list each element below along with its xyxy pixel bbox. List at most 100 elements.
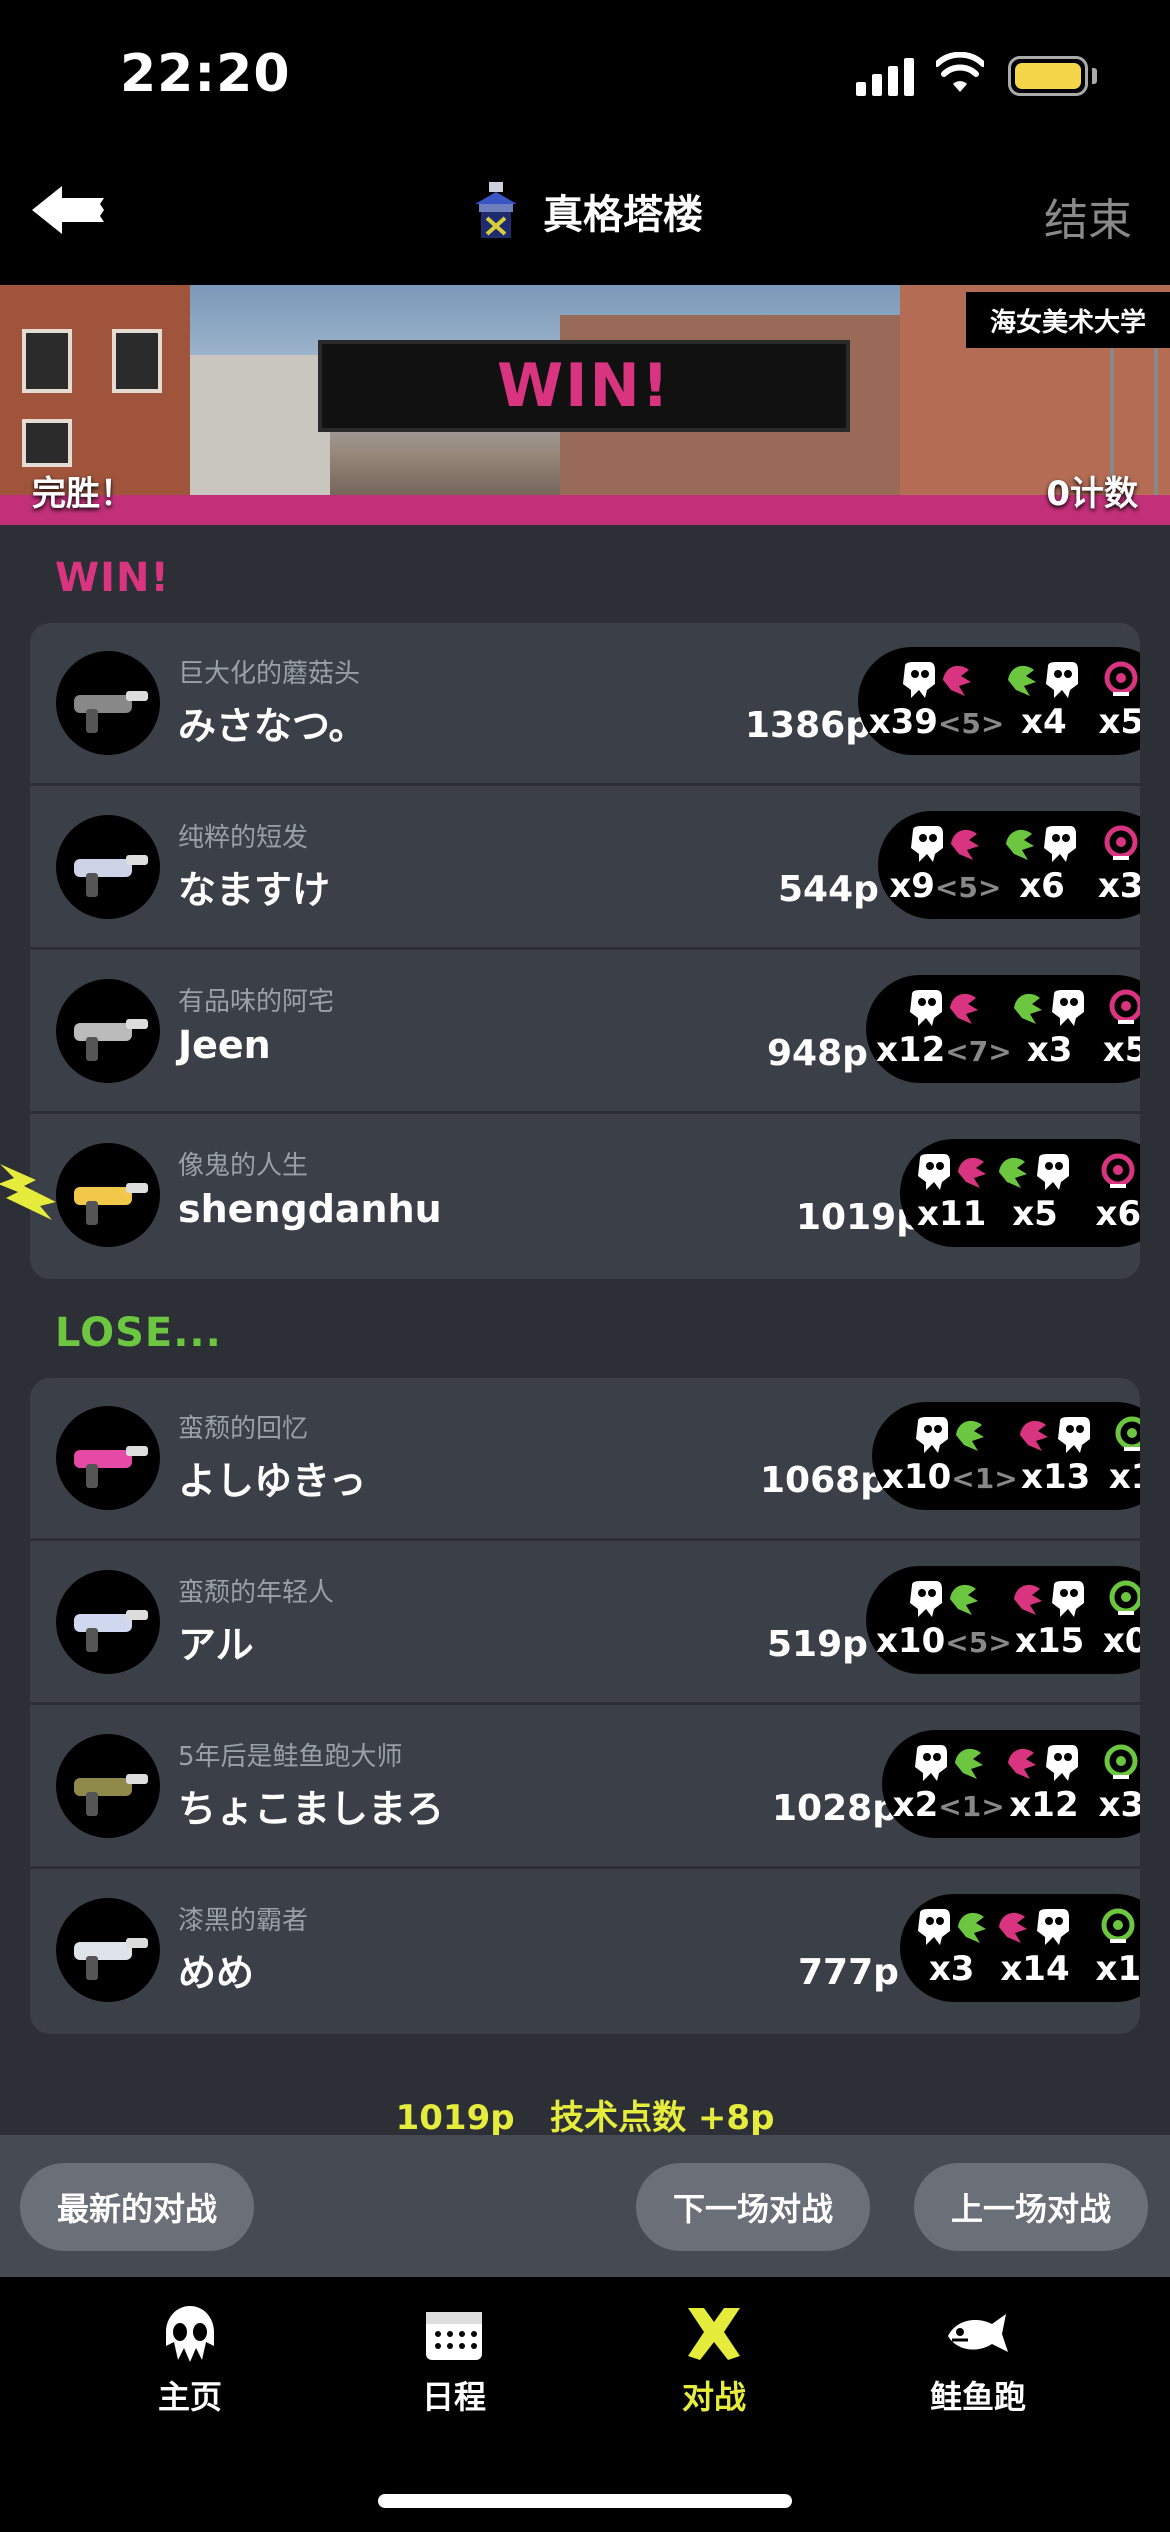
player-row[interactable]: 5年后是鲑鱼跑大师ちょこましまろ 1028p x2<1> x12 x3 xyxy=(30,1706,1140,1869)
deaths-value: x3 xyxy=(1026,1030,1073,1070)
player-row[interactable]: 像鬼的人生 shengdanhu 1019p x11 x5 x6 xyxy=(30,1115,1140,1278)
kills-value: x11 xyxy=(917,1194,987,1234)
player-name: アル xyxy=(178,1623,254,1667)
deaths-stat: x15 xyxy=(1012,1566,1088,1674)
specials-stat: x1 xyxy=(1094,1402,1140,1510)
deaths-value: x15 xyxy=(1015,1621,1085,1661)
player-name: Jeen xyxy=(178,1023,271,1067)
deaths-value: x14 xyxy=(1000,1949,1070,1989)
player-title: 5年后是鲑鱼跑大师 xyxy=(178,1742,403,1772)
kills-value: x39 xyxy=(868,702,938,742)
battle-summary: 1019p 技术点数 +8p xyxy=(0,2090,1170,2139)
player-title: 蛮颓的回忆 xyxy=(178,1414,309,1444)
player-points: 519p xyxy=(767,1624,868,1665)
player-points: 948p xyxy=(767,1033,868,1074)
banner-floor xyxy=(0,495,1170,525)
kills-value: x2 xyxy=(892,1785,939,1825)
weapon-icon xyxy=(56,1570,160,1674)
weapon-icon xyxy=(56,1898,160,2002)
deaths-stat: x12 xyxy=(1006,1730,1082,1838)
tab-label: 主页 xyxy=(157,2378,222,2416)
player-name: めめ xyxy=(178,1951,255,1995)
player-stats: x10<5> x15 x0 xyxy=(866,1566,1140,1674)
kills-stat: x10<1> xyxy=(882,1402,1018,1510)
specials-value: x3 xyxy=(1098,1785,1140,1825)
tab-label: 对战 xyxy=(681,2378,746,2416)
player-row[interactable]: 蛮颓的回忆よしゆきっ 1068px10<1>x13 x1 xyxy=(30,1378,1140,1541)
next-battle-button[interactable]: 下一场对战 xyxy=(636,2163,870,2251)
deaths-value: x13 xyxy=(1021,1457,1091,1497)
specials-value: x5 xyxy=(1098,702,1140,742)
assists-value: <1> xyxy=(938,1790,1005,1823)
player-points: 1028p xyxy=(772,1788,898,1829)
salmon-icon xyxy=(948,2314,1008,2352)
tab-home[interactable]: 主页 xyxy=(100,2302,280,2418)
specials-value: x0 xyxy=(1102,1621,1140,1661)
tab-battle[interactable]: 对战 xyxy=(624,2302,804,2418)
player-row[interactable]: 纯粹的短发 なますけ 544p x9<5> x6 x3 xyxy=(30,787,1140,950)
specials-value: x5 xyxy=(1102,1030,1140,1070)
player-stats: x9<5> x6 x3 xyxy=(878,811,1140,919)
deaths-stat: x14 xyxy=(997,1894,1073,2002)
kills-value: x12 xyxy=(876,1030,946,1070)
assists-value: <5> xyxy=(945,1626,1012,1659)
player-points: 1068p xyxy=(760,1460,886,1501)
deaths-stat: x6 xyxy=(1004,811,1080,919)
latest-battle-button[interactable]: 最新的对战 xyxy=(20,2163,254,2251)
player-name: ちょこましまろ xyxy=(178,1787,445,1831)
kills-value: x10 xyxy=(876,1621,946,1661)
banner-building xyxy=(190,355,330,495)
specials-stat: x5 xyxy=(1083,647,1140,755)
kills-value: x9 xyxy=(889,866,935,906)
player-row[interactable]: 巨大化的蘑菇头 みさなつ。 1386p x39<5> x4 x5 xyxy=(30,623,1140,786)
player-name: よしゆきっ xyxy=(178,1459,367,1503)
win-team-panel: 巨大化的蘑菇头 みさなつ。 1386p x39<5> x4 x5 纯粹的短发 なますけ 544p… xyxy=(30,623,1140,1279)
player-row[interactable]: 蛮颓的年轻人アル 519p x10<5> x15 x0 xyxy=(30,1542,1140,1705)
player-stats: x39<5> x4 x5 xyxy=(858,647,1140,755)
deaths-stat: x13 xyxy=(1018,1402,1094,1510)
player-title: 蛮颓的年轻人 xyxy=(178,1578,335,1608)
wifi-icon xyxy=(936,52,984,92)
deaths-stat: x4 xyxy=(1006,647,1082,755)
result-text: 完胜！ xyxy=(32,474,134,514)
player-points: 1386p xyxy=(745,705,871,746)
deaths-value: x4 xyxy=(1021,702,1067,742)
player-stats: x10<1>x13 x1 xyxy=(872,1402,1140,1510)
kills-stat: x39<5> xyxy=(868,647,1005,755)
page-title: 真格塔楼 xyxy=(543,192,703,238)
player-stats: x12<7> x3 x5 xyxy=(866,975,1140,1083)
specials-stat: x3 xyxy=(1083,1730,1140,1838)
kills-stat: x11 xyxy=(914,1139,990,1247)
assists-value: <5> xyxy=(937,707,1005,740)
player-stats: x3 x14 x1 xyxy=(900,1894,1140,2002)
assists-value: <7> xyxy=(945,1035,1012,1068)
kills-stat: x12<7> xyxy=(876,975,1012,1083)
previous-battle-button[interactable]: 上一场对战 xyxy=(914,2163,1148,2251)
weapon-icon xyxy=(56,1143,160,1247)
end-button[interactable]: 结束 xyxy=(1044,184,1132,248)
squid-home-icon xyxy=(166,2306,214,2362)
specials-stat: x1 xyxy=(1080,1894,1140,2002)
battery-icon xyxy=(1008,56,1088,96)
player-name: shengdanhu xyxy=(178,1187,442,1231)
battery-tip xyxy=(1092,68,1097,84)
weapon-icon xyxy=(56,1406,160,1510)
specials-value: x6 xyxy=(1095,1194,1140,1234)
calendar-icon xyxy=(426,2312,482,2360)
tab-schedule[interactable]: 日程 xyxy=(364,2302,544,2418)
player-row[interactable]: 有品味的阿宅 Jeen 948p x12<7> x3 x5 xyxy=(30,951,1140,1114)
deaths-value: x6 xyxy=(1019,866,1065,906)
summary-points: 1019p xyxy=(395,2098,515,2138)
deaths-stat: x3 xyxy=(1012,975,1088,1083)
player-stats: x2<1> x12 x3 xyxy=(882,1730,1140,1838)
player-title: 漆黑的霸者 xyxy=(178,1906,309,1936)
summary-skill-delta: +8p xyxy=(697,2098,775,2138)
player-points: 777p xyxy=(798,1952,899,1993)
weapon-icon xyxy=(56,979,160,1083)
specials-value: x1 xyxy=(1095,1949,1140,1989)
weapon-icon xyxy=(56,1734,160,1838)
player-row[interactable]: 漆黑的霸者 めめ 777p x3 x14 x1 xyxy=(30,1870,1140,2033)
weapon-icon xyxy=(56,815,160,919)
nav-title-group: 真格塔楼 xyxy=(0,176,1170,246)
tab-salmon-run[interactable]: 鲑鱼跑 xyxy=(888,2302,1068,2418)
